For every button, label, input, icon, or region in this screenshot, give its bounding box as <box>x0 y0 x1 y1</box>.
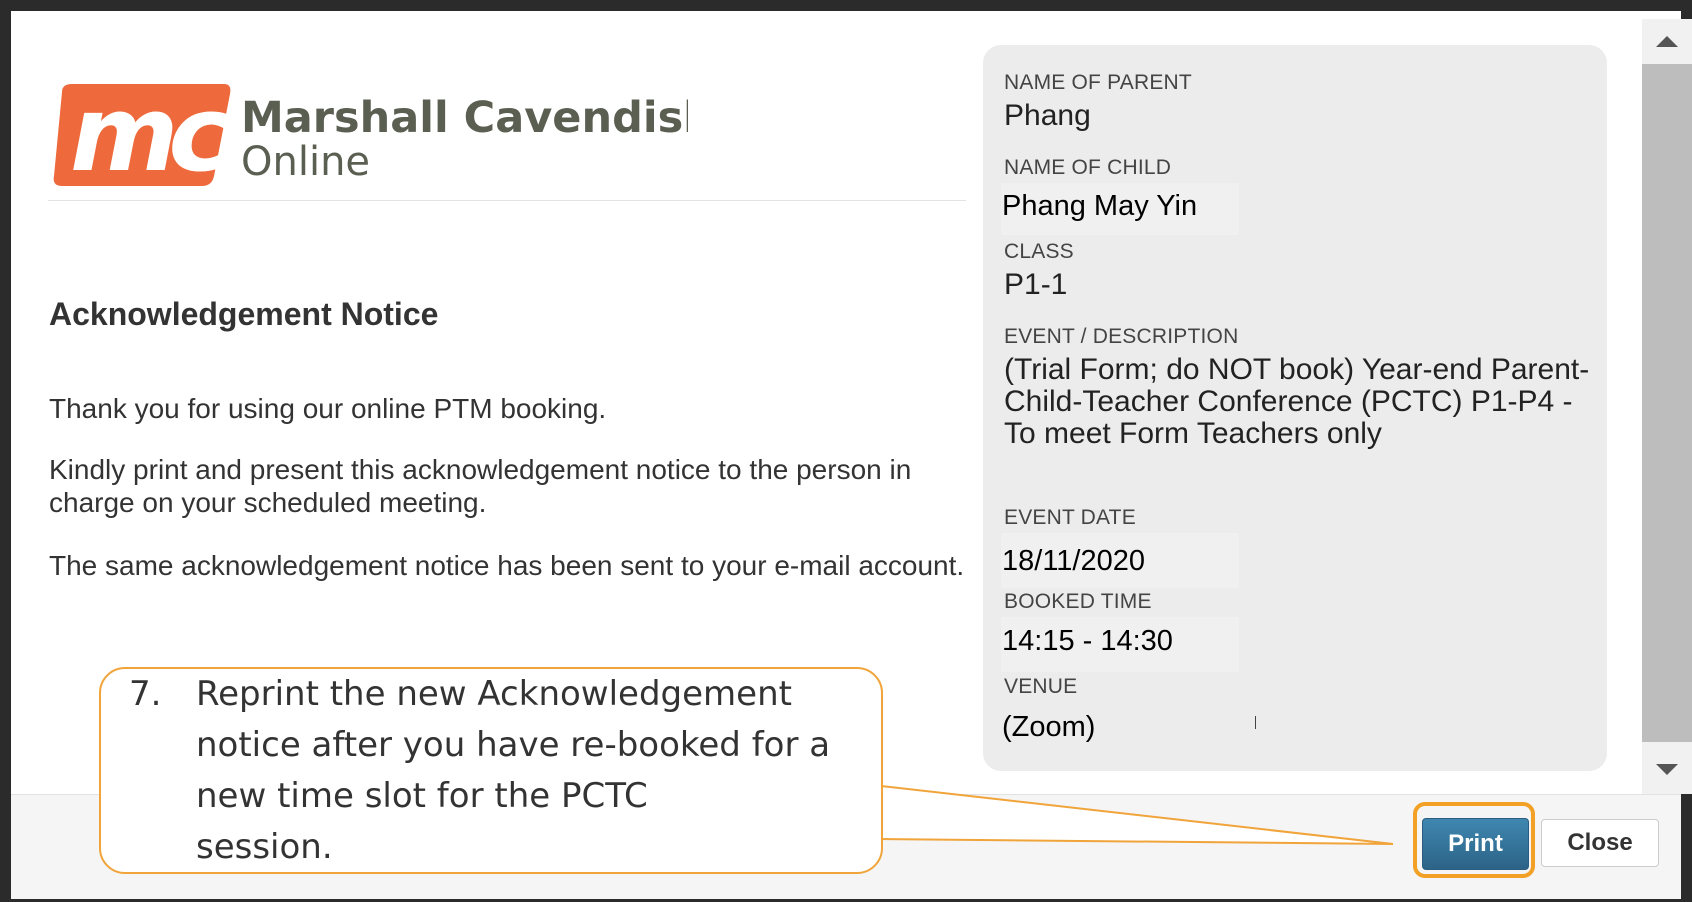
svg-text:Online: Online <box>241 139 370 185</box>
marshall-cavendish-logo: mc Marshall Cavendish Online <box>53 73 688 192</box>
notice-heading: Acknowledgement Notice <box>49 296 439 332</box>
scroll-down-arrow-icon[interactable] <box>1656 764 1678 775</box>
child-label: NAME OF CHILD <box>1004 156 1172 179</box>
parent-label: NAME OF PARENT <box>1004 71 1192 94</box>
header-divider <box>48 200 966 201</box>
class-label: CLASS <box>1004 240 1074 263</box>
date-label: EVENT DATE <box>1004 506 1136 529</box>
text-cursor <box>1255 716 1256 729</box>
callout-instruction-text: Reprint the new Acknowledgement notice a… <box>196 674 831 867</box>
svg-text:Marshall Cavendish: Marshall Cavendish <box>241 93 688 143</box>
date-value: 18/11/2020 <box>1002 545 1145 577</box>
venue-value: (Zoom) <box>1002 711 1096 743</box>
notice-paragraph-email: The same acknowledgement notice has been… <box>49 550 965 581</box>
event-label: EVENT / DESCRIPTION <box>1004 325 1239 348</box>
class-value: P1-1 <box>1004 268 1068 301</box>
notice-paragraph-print: Kindly print and present this acknowledg… <box>49 454 912 518</box>
venue-label: VENUE <box>1004 675 1078 698</box>
svg-text:mc: mc <box>70 73 229 192</box>
close-button[interactable]: Close <box>1541 819 1659 867</box>
parent-value: Phang <box>1004 99 1091 132</box>
child-value: Phang May Yin <box>1002 190 1198 222</box>
booking-details-panel: NAME OF PARENT Phang NAME OF CHILD Phang… <box>983 45 1607 771</box>
callout-step-number: 7. <box>129 674 162 714</box>
scrollbar-thumb[interactable] <box>1642 64 1692 742</box>
print-button[interactable]: Print <box>1422 818 1529 870</box>
time-value: 14:15 - 14:30 <box>1002 625 1173 657</box>
time-label: BOOKED TIME <box>1004 590 1152 613</box>
notice-paragraph-thanks: Thank you for using our online PTM booki… <box>49 393 607 424</box>
scroll-up-arrow-icon[interactable] <box>1656 36 1678 47</box>
event-value: (Trial Form; do NOT book) Year-end Paren… <box>1004 353 1590 450</box>
